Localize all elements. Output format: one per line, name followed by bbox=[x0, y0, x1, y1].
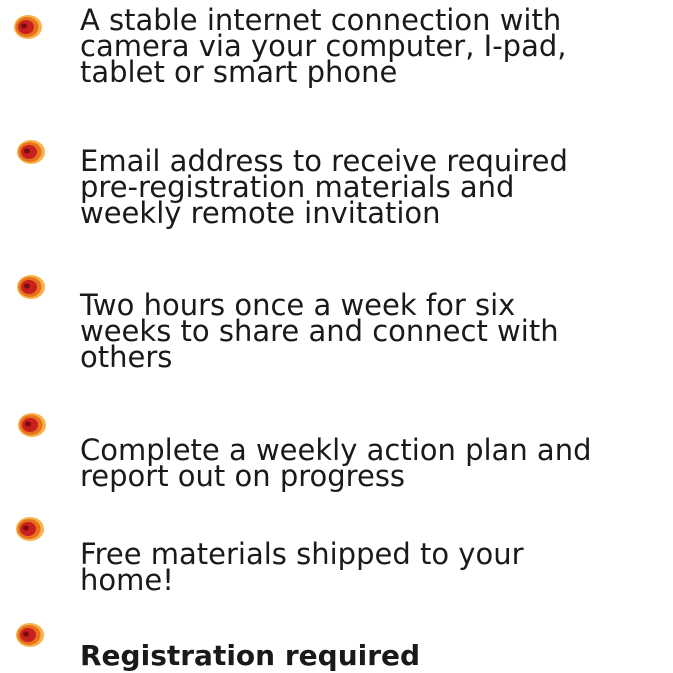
orange-swirl-bullet-icon bbox=[18, 413, 46, 437]
registration-required-label: Registration required bbox=[80, 639, 421, 672]
list-item-text-line: tablet or smart phone bbox=[80, 55, 398, 89]
orange-swirl-bullet-icon bbox=[16, 517, 44, 541]
orange-swirl-bullet-icon bbox=[14, 15, 42, 39]
requirements-list: A stable internet connection with camera… bbox=[0, 0, 673, 673]
list-item-text-line: weekly remote invitation bbox=[80, 196, 441, 230]
orange-swirl-bullet-icon bbox=[16, 623, 44, 647]
orange-swirl-bullet-icon bbox=[17, 275, 45, 299]
orange-swirl-bullet-icon bbox=[17, 140, 45, 164]
